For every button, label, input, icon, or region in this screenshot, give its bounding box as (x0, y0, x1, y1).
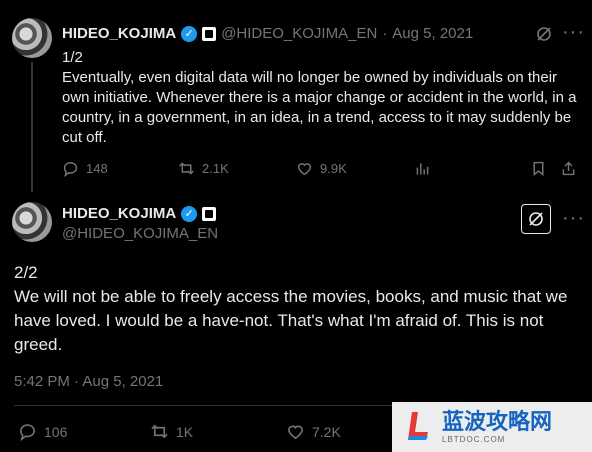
tweet1-thread-index: 1/2 (62, 49, 83, 66)
watermark-subtitle: LBTDOC.COM (442, 434, 506, 444)
tweet2-thread-index: 2/2 (14, 263, 38, 282)
author-name[interactable]: HIDEO_KOJIMA (62, 25, 176, 42)
avatar[interactable] (12, 18, 52, 58)
verified-badge-icon: ✓ (181, 25, 198, 42)
affiliate-badge-icon[interactable] (202, 206, 217, 221)
tweet1-actions: 148 2.1K 9.9K (62, 160, 582, 182)
views-button[interactable] (414, 160, 431, 177)
tweet2-header: HIDEO_KOJIMA ✓ (62, 205, 217, 222)
bookmark-button[interactable] (530, 160, 547, 177)
verified-badge-icon: ✓ (181, 205, 198, 222)
repost-count: 1K (176, 423, 194, 440)
reply-icon (63, 162, 78, 177)
affiliate-badge-icon[interactable] (202, 26, 217, 41)
grok-icon[interactable] (535, 25, 553, 48)
repost-count: 2.1K (202, 161, 229, 176)
grok-icon (529, 212, 543, 226)
views-chart-icon (416, 163, 429, 175)
reply-button[interactable]: 148 (62, 160, 108, 177)
repost-button[interactable]: 2.1K (178, 160, 229, 177)
heart-icon (297, 163, 312, 176)
share-button[interactable] (560, 160, 577, 177)
watermark-logo-icon (406, 410, 432, 444)
tweet2-text: We will not be able to freely access the… (14, 287, 568, 354)
like-count: 9.9K (320, 161, 347, 176)
reply-icon (20, 424, 35, 441)
tweet-timestamp[interactable]: 5:42 PM · Aug 5, 2021 (14, 373, 163, 390)
bookmark-icon (533, 161, 544, 176)
reply-count: 106 (44, 423, 68, 440)
more-options-icon[interactable]: ··· (562, 22, 585, 42)
avatar[interactable] (12, 202, 52, 242)
like-button[interactable]: 7.2K (286, 422, 341, 441)
thread-connector-line (31, 62, 33, 192)
author-handle[interactable]: @HIDEO_KOJIMA_EN (221, 25, 377, 42)
heart-icon (288, 425, 303, 440)
share-icon (562, 161, 575, 176)
more-options-icon[interactable]: ··· (562, 208, 585, 228)
separator-dot: · (382, 25, 388, 42)
reply-count: 148 (86, 161, 108, 176)
grok-button[interactable] (521, 204, 551, 234)
tweet-date[interactable]: Aug 5, 2021 (392, 25, 473, 42)
tweet1-text: Eventually, even digital data will no lo… (62, 69, 577, 146)
repost-icon (151, 424, 168, 439)
repost-icon (179, 162, 194, 175)
like-count: 7.2K (312, 423, 341, 440)
author-handle[interactable]: @HIDEO_KOJIMA_EN (62, 225, 218, 242)
reply-button[interactable]: 106 (18, 422, 67, 441)
tweet1-header: HIDEO_KOJIMA ✓ @HIDEO_KOJIMA_EN · Aug 5,… (62, 25, 473, 42)
watermark-text: 蓝波攻略网 LBTDOC.COM (442, 409, 553, 444)
repost-button[interactable]: 1K (150, 422, 193, 441)
author-name[interactable]: HIDEO_KOJIMA (62, 205, 176, 222)
site-watermark: 蓝波攻略网 LBTDOC.COM (392, 402, 592, 452)
watermark-title: 蓝波攻略网 (442, 409, 553, 435)
like-button[interactable]: 9.9K (296, 160, 347, 177)
